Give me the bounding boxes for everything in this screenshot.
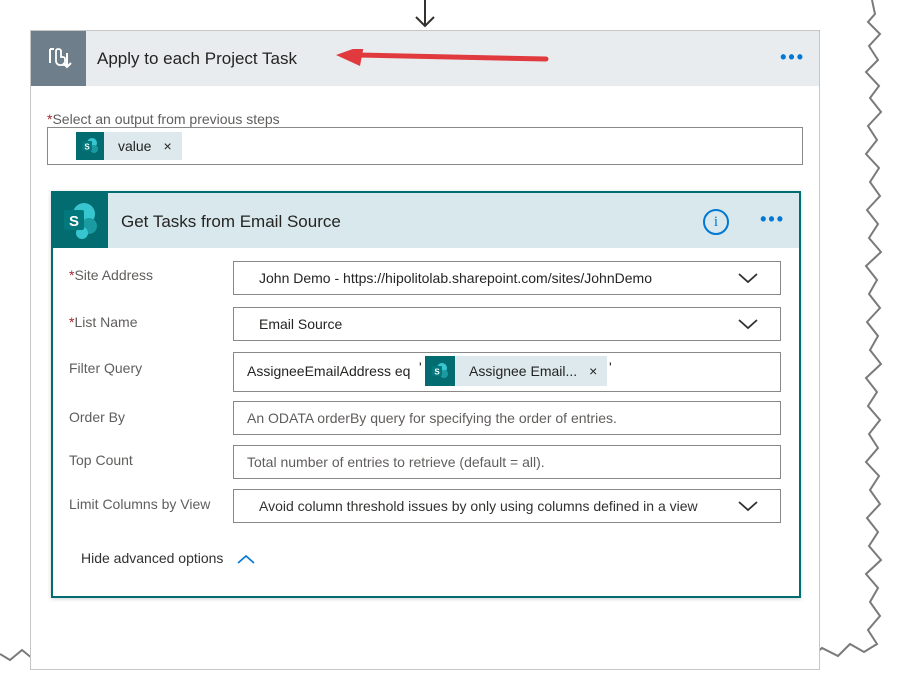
apply-to-each-title[interactable]: Apply to each Project Task — [97, 49, 297, 69]
assignee-email-token-label: Assignee Email... — [469, 363, 578, 379]
order-by-input[interactable]: An ODATA orderBy query for specifying th… — [233, 401, 781, 435]
chevron-down-icon[interactable] — [738, 499, 758, 513]
remove-token-button[interactable]: × — [585, 355, 607, 387]
sharepoint-connector-icon: S — [53, 193, 108, 248]
value-token-label: value — [118, 138, 152, 154]
filter-query-label: Filter Query — [69, 360, 143, 376]
filter-close-quote: ' — [609, 359, 612, 375]
list-name-value: Email Source — [259, 316, 343, 332]
site-address-value: John Demo - https://hipolitolab.sharepoi… — [259, 270, 652, 286]
site-address-dropdown[interactable]: John Demo - https://hipolitolab.sharepoi… — [233, 261, 781, 295]
value-token[interactable]: S value × — [76, 132, 182, 160]
assignee-email-token[interactable]: S Assignee Email... × — [425, 355, 608, 387]
site-address-label: *Site Address — [69, 267, 153, 283]
svg-text:S: S — [68, 213, 78, 230]
chevron-down-icon[interactable] — [738, 317, 758, 331]
sharepoint-icon: S — [76, 132, 104, 160]
site-address-label-text: Site Address — [74, 267, 154, 283]
filter-query-input[interactable]: AssigneeEmailAddress eq ' S Assignee Ema… — [233, 352, 781, 392]
filter-open-quote: ' — [419, 359, 422, 375]
top-count-input[interactable]: Total number of entries to retrieve (def… — [233, 445, 781, 479]
limit-columns-value: Avoid column threshold issues by only us… — [259, 498, 698, 514]
list-name-label-text: List Name — [74, 314, 138, 330]
apply-to-each-card: Apply to each Project Task ••• *Select a… — [30, 30, 820, 670]
output-label-text: Select an output from previous steps — [52, 111, 280, 127]
apply-to-each-more-menu[interactable]: ••• — [780, 47, 805, 68]
limit-columns-dropdown[interactable]: Avoid column threshold issues by only us… — [233, 489, 781, 523]
connector-down-arrow-icon — [415, 0, 435, 28]
list-name-label: *List Name — [69, 314, 137, 330]
top-count-label: Top Count — [69, 452, 133, 468]
get-tasks-header[interactable]: S Get Tasks from Email Source i ••• — [53, 193, 799, 248]
select-output-input[interactable]: S value × — [47, 127, 803, 165]
list-name-dropdown[interactable]: Email Source — [233, 307, 781, 341]
get-tasks-more-menu[interactable]: ••• — [760, 209, 785, 230]
output-field-label: *Select an output from previous steps — [47, 111, 280, 127]
apply-to-each-icon — [31, 31, 86, 86]
svg-text:S: S — [84, 143, 90, 152]
get-tasks-title[interactable]: Get Tasks from Email Source — [121, 212, 341, 232]
hide-advanced-options-link[interactable]: Hide advanced options — [81, 550, 255, 566]
annotation-arrow-icon — [336, 49, 549, 66]
get-tasks-action-card: S Get Tasks from Email Source i ••• *Sit… — [51, 191, 801, 598]
limit-columns-label: Limit Columns by View — [69, 496, 211, 512]
order-by-label: Order By — [69, 409, 126, 425]
svg-text:S: S — [434, 368, 440, 377]
chevron-down-icon[interactable] — [738, 271, 758, 285]
filter-query-prefix: AssigneeEmailAddress eq — [247, 363, 411, 379]
info-icon[interactable]: i — [703, 209, 729, 235]
remove-token-button[interactable]: × — [159, 138, 181, 154]
chevron-up-icon — [237, 555, 255, 564]
hide-advanced-options-label: Hide advanced options — [81, 550, 224, 566]
sharepoint-icon: S — [425, 356, 455, 386]
